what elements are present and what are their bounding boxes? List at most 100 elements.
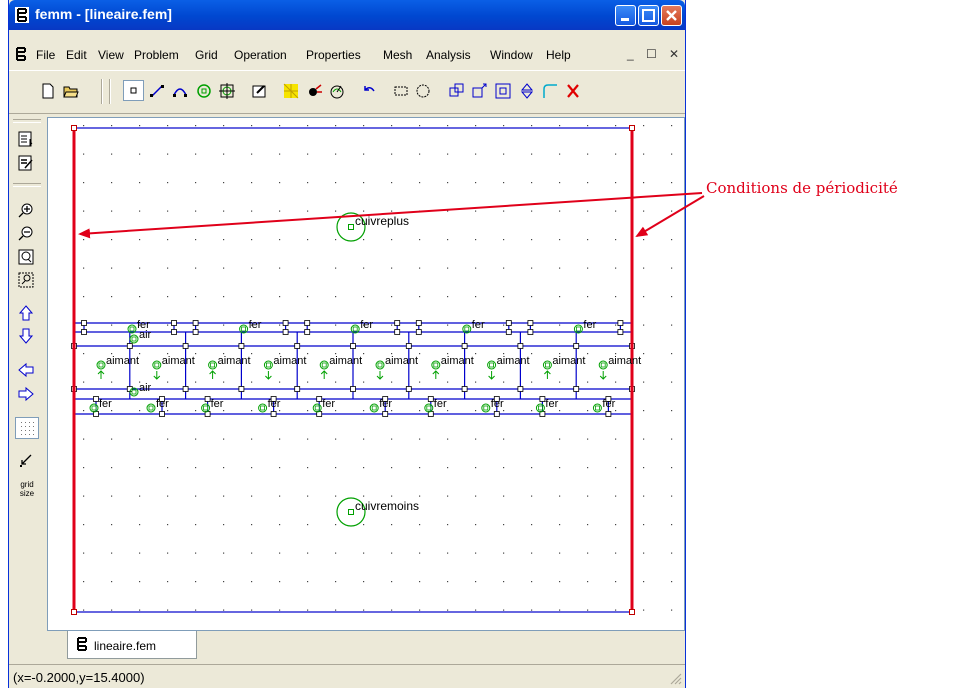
annotation-label: Conditions de périodicité: [706, 179, 898, 197]
grid-size-icon[interactable]: grid size: [15, 475, 39, 505]
mirror-icon[interactable]: [516, 80, 537, 101]
block-label-cuivremoins[interactable]: cuivremoins: [336, 497, 419, 527]
pan-down-icon[interactable]: [15, 326, 39, 348]
undo-icon[interactable]: [358, 80, 379, 101]
menu-window[interactable]: Window: [490, 48, 533, 62]
copy-icon[interactable]: [446, 80, 467, 101]
magnetization-arrow-icon: [97, 370, 105, 379]
magnetization-arrow-icon: [599, 371, 607, 380]
minimize-button[interactable]: [615, 5, 636, 26]
label-air-bottom: air: [139, 382, 152, 394]
magnetization-arrow-icon: [432, 370, 440, 379]
mdi-close-button[interactable]: ✕: [669, 47, 679, 61]
menu-grid[interactable]: Grid: [195, 48, 218, 62]
block-label-mode-icon[interactable]: [193, 80, 214, 101]
menu-operation[interactable]: Operation: [234, 48, 287, 62]
label-cuivreplus: cuivreplus: [355, 214, 409, 228]
zoom-window-icon[interactable]: [15, 270, 39, 292]
grid-size-label-line1: grid: [20, 480, 33, 489]
arc-mode-icon[interactable]: [169, 80, 190, 101]
magnetization-arrow-icon: [544, 370, 551, 379]
main-toolbar: [9, 70, 685, 114]
toolbar-separator: [13, 119, 41, 123]
scale-icon[interactable]: [492, 80, 513, 101]
group-mode-icon[interactable]: [216, 80, 237, 101]
zoom-natural-icon[interactable]: [15, 247, 39, 269]
label-fer-bottom: fer: [99, 398, 112, 410]
label-fer-bottom: fer: [322, 398, 335, 410]
menu-view[interactable]: View: [98, 48, 124, 62]
title-bar[interactable]: femm - [lineaire.fem]: [9, 0, 685, 30]
document-tab-strip: lineaire.fem: [47, 631, 685, 663]
segment-mode-icon[interactable]: [146, 80, 167, 101]
open-file-icon[interactable]: [60, 80, 81, 101]
pan-left-icon[interactable]: [15, 360, 39, 382]
menu-edit[interactable]: Edit: [66, 48, 87, 62]
mdi-minimize-button[interactable]: _: [627, 47, 634, 61]
move-icon[interactable]: [469, 80, 490, 101]
magnetization-arrow-icon: [153, 371, 161, 380]
new-file-icon[interactable]: [37, 80, 58, 101]
label-fer-bottom: fer: [268, 398, 281, 410]
window-title: femm - [lineaire.fem]: [35, 6, 172, 22]
toolbar-separator: [13, 183, 41, 187]
zoom-out-icon[interactable]: [15, 224, 39, 246]
edit-properties-icon[interactable]: [248, 80, 269, 101]
pan-right-icon[interactable]: [15, 384, 39, 406]
run-analysis-icon[interactable]: [304, 80, 325, 101]
magnetization-arrow-icon: [209, 370, 216, 379]
label-aimant: aimant: [441, 355, 474, 367]
toolbar-separator: [109, 79, 111, 104]
box-select-icon[interactable]: [390, 80, 411, 101]
drawing-canvas[interactable]: cuivreplus cuivremoins fer fer fer fer fer fe…: [47, 117, 685, 631]
menu-file[interactable]: File: [36, 48, 55, 62]
show-results-icon[interactable]: [15, 129, 39, 151]
maximize-button[interactable]: [638, 5, 659, 26]
femm-app-icon: [15, 7, 29, 23]
menu-help[interactable]: Help: [546, 48, 571, 62]
snap-grid-icon[interactable]: [15, 450, 39, 472]
label-aimant: aimant: [385, 355, 418, 367]
label-cuivremoins: cuivremoins: [355, 499, 419, 513]
view-results-icon[interactable]: [326, 80, 347, 101]
resize-grip-icon[interactable]: [670, 673, 682, 685]
label-fer-bottom: fer: [491, 398, 504, 410]
menu-properties[interactable]: Properties: [306, 48, 361, 62]
maximize-icon: [642, 9, 655, 22]
menu-analysis[interactable]: Analysis: [426, 48, 471, 62]
circle-select-icon[interactable]: [412, 80, 433, 101]
block-label-cuivreplus[interactable]: cuivreplus: [336, 212, 409, 242]
node-mode-icon[interactable]: [123, 80, 144, 101]
label-aimant: aimant: [106, 355, 139, 367]
geometry-drawing[interactable]: cuivreplus cuivremoins fer fer fer fer fer fe…: [48, 118, 684, 630]
label-aimant: aimant: [162, 355, 195, 367]
menu-problem[interactable]: Problem: [134, 48, 179, 62]
magnetization-arrow-icon: [376, 371, 384, 380]
mdi-restore-button[interactable]: ☐: [646, 47, 657, 61]
edit-notes-icon[interactable]: [15, 153, 39, 175]
label-aimant: aimant: [273, 355, 306, 367]
label-aimant: aimant: [552, 355, 585, 367]
label-aimant: aimant: [218, 355, 251, 367]
fillet-icon[interactable]: [539, 80, 560, 101]
document-system-icon[interactable]: [15, 47, 27, 61]
coordinate-readout: (x=-0.2000,y=15.4000): [13, 670, 145, 685]
close-button[interactable]: [661, 5, 682, 26]
magnetization-arrow-icon: [488, 371, 495, 380]
menu-mesh[interactable]: Mesh: [383, 48, 412, 62]
label-fer-top: fer: [583, 319, 596, 331]
document-tab[interactable]: lineaire.fem: [67, 631, 197, 659]
pan-up-icon[interactable]: [15, 303, 39, 325]
document-icon: [77, 637, 87, 651]
delete-icon[interactable]: [562, 80, 583, 101]
label-fer-top: fer: [249, 319, 262, 331]
label-aimant: aimant: [329, 355, 362, 367]
zoom-in-icon[interactable]: [15, 201, 39, 223]
mesh-icon[interactable]: [280, 80, 301, 101]
toolbar-separator: [101, 79, 103, 104]
label-fer-top: fer: [360, 319, 373, 331]
show-grid-icon[interactable]: [15, 417, 39, 439]
magnetization-arrow-icon: [265, 371, 272, 380]
label-fer-bottom: fer: [211, 398, 224, 410]
label-fer-bottom: fer: [156, 398, 169, 410]
